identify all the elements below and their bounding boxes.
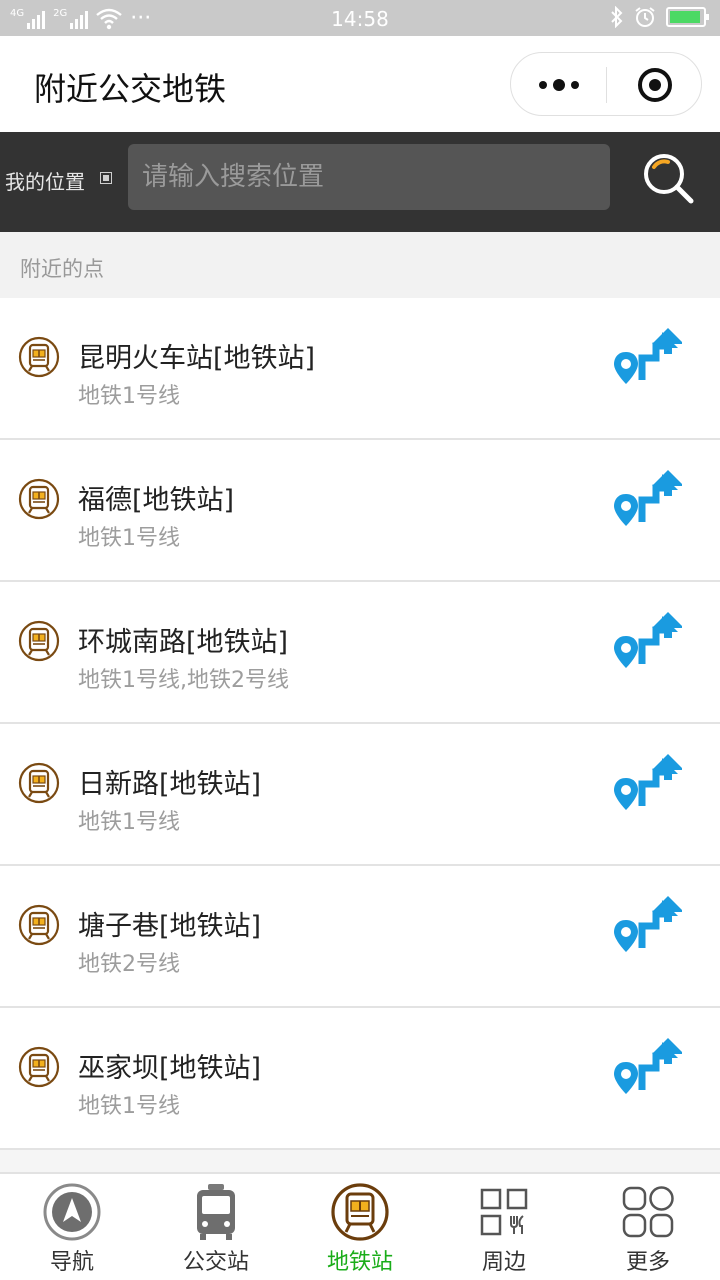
station-lines: 地铁1号线 [78, 526, 180, 551]
station-lines: 地铁1号线,地铁2号线 [78, 668, 289, 693]
station-list-item[interactable]: 日新路[地铁站] 地铁1号线 [0, 724, 720, 866]
my-location-label[interactable]: 我的位置 [5, 166, 85, 195]
more-menu-button[interactable] [511, 53, 606, 117]
tab-label: 导航 [49, 1250, 94, 1275]
bottom-tab-bar: 导航 公交站 地铁站 周边 更多 [0, 1172, 720, 1280]
station-list-item[interactable]: 环城南路[地铁站] 地铁1号线,地铁2号线 [0, 582, 720, 724]
dot-icon [570, 81, 579, 89]
more-icon [622, 1186, 674, 1238]
station-list: 昆明火车站[地铁站] 地铁1号线 福德[地铁站] 地铁1号线 环城南路[地铁站]… [0, 298, 720, 1150]
route-directions-icon[interactable] [612, 466, 682, 530]
station-list-item[interactable]: 昆明火车站[地铁站] 地铁1号线 [0, 298, 720, 440]
station-name: 福德[地铁站] [78, 485, 235, 516]
route-directions-icon[interactable] [612, 324, 682, 388]
close-mini-program-button[interactable] [607, 53, 703, 117]
tab-label: 公交站 [182, 1250, 249, 1275]
station-list-item[interactable]: 福德[地铁站] 地铁1号线 [0, 440, 720, 582]
navigation-icon [43, 1183, 101, 1241]
route-directions-icon[interactable] [612, 1034, 682, 1098]
battery-icon [666, 7, 709, 27]
metro-icon [18, 336, 60, 378]
tab-label: 更多 [625, 1250, 670, 1275]
station-list-item[interactable]: 巫家坝[地铁站] 地铁1号线 [0, 1008, 720, 1150]
dot-icon [552, 79, 565, 91]
alarm-icon [635, 7, 655, 27]
route-directions-icon[interactable] [612, 608, 682, 672]
status-right [610, 6, 709, 28]
nearby-icon [480, 1188, 528, 1236]
metro-icon [18, 620, 60, 662]
tab-more[interactable]: 更多 [576, 1174, 720, 1280]
app-header: 附近公交地铁 [0, 36, 720, 132]
search-bar: 我的位置 [0, 132, 720, 232]
search-icon[interactable] [640, 150, 696, 206]
metro-icon [18, 478, 60, 520]
target-close-icon [638, 68, 672, 102]
section-header: 附近的点 [0, 232, 720, 298]
metro-icon [18, 904, 60, 946]
location-marker-icon[interactable] [100, 172, 112, 184]
mini-program-capsule [510, 52, 702, 116]
station-lines: 地铁1号线 [78, 384, 180, 409]
metro-icon [331, 1183, 389, 1241]
station-name: 环城南路[地铁站] [78, 627, 289, 658]
station-name: 塘子巷[地铁站] [78, 911, 262, 942]
page-title: 附近公交地铁 [34, 70, 227, 108]
tab-label: 地铁站 [326, 1250, 393, 1275]
dot-icon [538, 81, 547, 89]
tab-navigation[interactable]: 导航 [0, 1174, 144, 1280]
tab-nearby[interactable]: 周边 [432, 1174, 576, 1280]
bluetooth-icon [611, 6, 623, 28]
station-name: 巫家坝[地铁站] [78, 1053, 262, 1084]
route-directions-icon[interactable] [612, 892, 682, 956]
section-title: 附近的点 [20, 257, 104, 281]
station-list-item[interactable]: 塘子巷[地铁站] 地铁2号线 [0, 866, 720, 1008]
tab-label: 周边 [481, 1250, 526, 1275]
station-lines: 地铁1号线 [78, 810, 180, 835]
bus-icon [197, 1184, 235, 1240]
status-bar: 4G 2G ··· 14:58 [0, 0, 720, 36]
tab-metro-station[interactable]: 地铁站 [288, 1174, 432, 1280]
station-lines: 地铁2号线 [78, 952, 180, 977]
route-directions-icon[interactable] [612, 750, 682, 814]
metro-icon [18, 1046, 60, 1088]
station-lines: 地铁1号线 [78, 1094, 180, 1119]
search-input[interactable] [128, 144, 610, 210]
metro-icon [18, 762, 60, 804]
station-name: 昆明火车站[地铁站] [78, 343, 316, 374]
tab-bus-station[interactable]: 公交站 [144, 1174, 288, 1280]
station-name: 日新路[地铁站] [78, 769, 262, 800]
